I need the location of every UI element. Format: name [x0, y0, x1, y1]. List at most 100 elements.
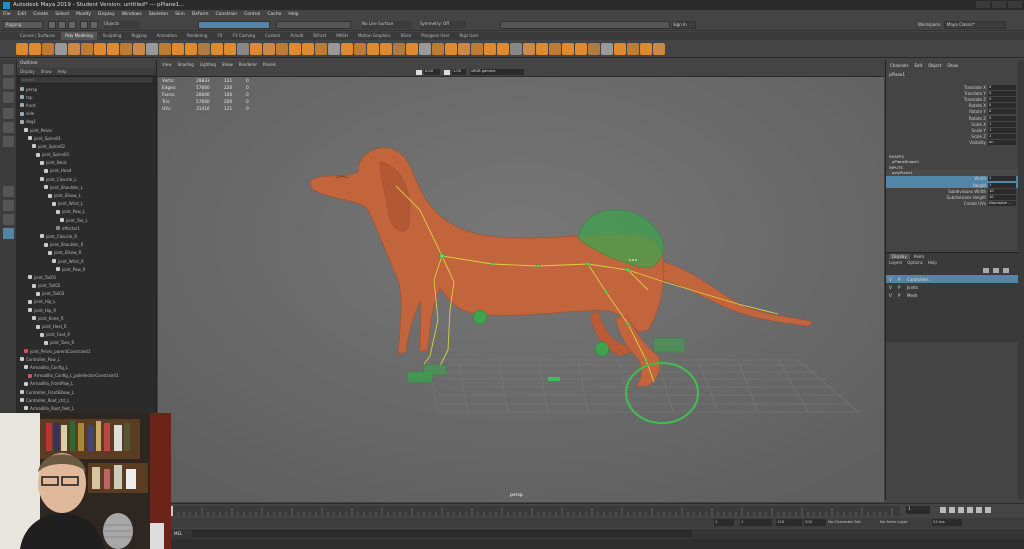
channel-row[interactable]: Create UVs Normalize ... [886, 201, 1018, 207]
channel-value[interactable]: 0 [988, 96, 1016, 102]
channel-value[interactable]: 0 [988, 103, 1016, 109]
outliner-row[interactable]: joint_Hip_L [17, 298, 156, 306]
outliner-row[interactable]: joint_Foot_R [17, 331, 156, 339]
outliner-row[interactable]: front [17, 101, 156, 109]
shelf-tool-icon[interactable] [380, 43, 392, 55]
outliner-row[interactable]: joint_Shoulder_L [17, 183, 156, 191]
step-back-icon[interactable] [949, 507, 955, 513]
channel-box-menu-show[interactable]: Show [947, 63, 958, 68]
outliner-row[interactable]: Armadillo_Root_feet_L [17, 404, 156, 412]
shelf-tool-icon[interactable] [94, 43, 106, 55]
viewport-menu-panels[interactable]: Panels [263, 62, 276, 67]
outliner-row[interactable]: joint_Pelvis [17, 126, 156, 134]
viewport-menu-view[interactable]: View [162, 62, 172, 67]
outliner-row[interactable]: joint_Neck [17, 159, 156, 167]
anim-layer-dropdown[interactable]: No Anim Layer [880, 519, 926, 526]
layer-v-toggle[interactable]: V [889, 285, 895, 290]
outliner-row[interactable]: side [17, 110, 156, 118]
color-space-dropdown[interactable]: sRGB gamma [470, 69, 524, 75]
workspace-dropdown[interactable]: Maya Classic* [944, 21, 1006, 29]
undo-icon[interactable] [80, 21, 88, 29]
outliner-menu-help[interactable]: Help [58, 69, 67, 74]
go-to-end-icon[interactable] [985, 507, 991, 513]
shelf-tool-icon[interactable] [211, 43, 223, 55]
shelf-tab-rigs-user[interactable]: Rigs User [455, 32, 482, 40]
pole-vector-back[interactable] [594, 341, 610, 357]
channel-value[interactable]: 1 [988, 134, 1016, 140]
menu-windows[interactable]: Windows [122, 12, 142, 17]
menuset-dropdown[interactable]: Rigging [3, 21, 43, 29]
shelf-tab-rigging[interactable]: Rigging [127, 32, 150, 40]
channel-value[interactable]: Normalize ... [988, 201, 1016, 207]
outliner-row[interactable]: effector1 [17, 224, 156, 232]
shelf-tab-motion-graphics[interactable]: Motion Graphics [354, 32, 395, 40]
channel-value[interactable]: 10 [988, 188, 1016, 194]
outliner-row[interactable]: joint_Shoulder_R [17, 241, 156, 249]
shelf-tool-icon[interactable] [341, 43, 353, 55]
outliner-menu-display[interactable]: Display [20, 69, 35, 74]
outliner-row[interactable]: joint_Elbow_L [17, 191, 156, 199]
menu-display[interactable]: Display [98, 12, 115, 17]
step-forward-icon[interactable] [976, 507, 982, 513]
menu-modify[interactable]: Modify [76, 12, 91, 17]
shelf-tool-icon[interactable] [497, 43, 509, 55]
outliner-row[interactable]: joint_Elbow_R [17, 249, 156, 257]
layer-v-toggle[interactable]: V [889, 293, 895, 298]
shelf-tool-icon[interactable] [16, 43, 28, 55]
outliner-row[interactable]: Armadillo_Config_L [17, 363, 156, 371]
current-frame-field[interactable]: 1 [906, 506, 930, 514]
outliner-search-input[interactable]: Search... [19, 76, 154, 84]
shelf-tool-icon[interactable] [146, 43, 158, 55]
range-start-field[interactable]: 1 [714, 519, 734, 526]
shelf-tool-icon[interactable] [250, 43, 262, 55]
single-view-icon[interactable] [3, 186, 14, 197]
outliner-row[interactable]: joint_Wrist_L [17, 200, 156, 208]
menu-edit[interactable]: Edit [18, 12, 27, 17]
outliner-row[interactable]: joint_Pelvis_parentConstraint1 [17, 347, 156, 355]
outliner-row[interactable]: joint_Wrist_R [17, 257, 156, 265]
shelf-tool-icon[interactable] [172, 43, 184, 55]
shelf-tool-icon[interactable] [302, 43, 314, 55]
shelf-tool-icon[interactable] [393, 43, 405, 55]
outliner-row[interactable]: top [17, 93, 156, 101]
command-language[interactable]: MEL [174, 531, 182, 536]
outliner-row[interactable]: joint_Head [17, 167, 156, 175]
channel-value[interactable]: 0 [988, 115, 1016, 121]
shelf-tab-animation[interactable]: Animation [153, 32, 181, 40]
gamma-field[interactable]: 1.00 [452, 69, 466, 75]
outliner-row[interactable]: joint_Tail01 [17, 273, 156, 281]
back-foot-box-controller[interactable] [653, 337, 685, 353]
front-paw-controller-right[interactable] [423, 364, 447, 376]
gamma-icon[interactable] [444, 70, 450, 75]
exposure-field[interactable]: 0.00 [424, 69, 440, 75]
channel-value[interactable]: 1 [988, 176, 1016, 182]
layer-tab-display[interactable]: Display [889, 254, 910, 259]
channel-row[interactable]: Visibility on [886, 140, 1018, 146]
shelf-tool-icon[interactable] [471, 43, 483, 55]
exposure-icon[interactable] [416, 70, 422, 75]
shelf-tool-icon[interactable] [510, 43, 522, 55]
new-layer-from-selection-icon[interactable] [993, 268, 999, 273]
shelf-tool-icon[interactable] [29, 43, 41, 55]
go-to-start-icon[interactable] [940, 507, 946, 513]
channel-value[interactable]: 0 [988, 90, 1016, 96]
layer-row[interactable]: V P Controllers [886, 275, 1019, 283]
shelf-tool-icon[interactable] [55, 43, 67, 55]
outliner-row[interactable]: joint_Clavicle_L [17, 175, 156, 183]
right-side-tabs[interactable] [1018, 60, 1024, 500]
layer-p-toggle[interactable]: P [898, 285, 904, 290]
outliner-layout-icon[interactable] [3, 228, 14, 239]
shelf-tool-icon[interactable] [237, 43, 249, 55]
shelf-tab-xgen[interactable]: XGen [396, 32, 415, 40]
shelf-tool-icon[interactable] [120, 43, 132, 55]
shelf-tool-icon[interactable] [276, 43, 288, 55]
layer-row[interactable]: V P Joints [886, 283, 1019, 291]
layer-up-icon[interactable] [1003, 268, 1009, 273]
channel-value[interactable]: 1 [988, 127, 1016, 133]
shelf-tool-icon[interactable] [107, 43, 119, 55]
channel-value[interactable]: 0 [988, 109, 1016, 115]
command-input[interactable] [192, 530, 692, 537]
shelf-tool-icon[interactable] [575, 43, 587, 55]
viewport-menu-shading[interactable]: Shading [178, 62, 194, 67]
menu-control[interactable]: Control [244, 12, 260, 17]
